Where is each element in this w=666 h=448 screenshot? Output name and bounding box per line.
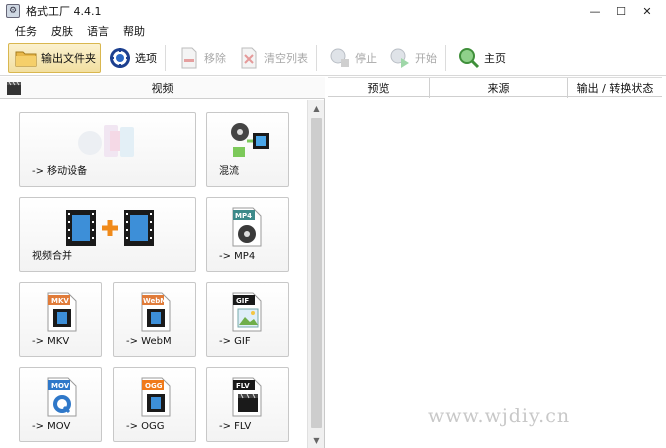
- app-logo-icon: ⚙: [6, 4, 20, 18]
- ogg-badge-text: OGG: [145, 382, 163, 390]
- toolbar: 输出文件夹 选项 移除 清空列表 停止 开始 主页: [0, 40, 666, 76]
- column-preview[interactable]: 预览: [328, 78, 430, 98]
- output-folder-button[interactable]: 输出文件夹: [8, 42, 101, 73]
- menu-language[interactable]: 语言: [80, 23, 116, 39]
- start-icon: [387, 45, 413, 71]
- mkv-badge-text: MKV: [51, 297, 69, 305]
- category-title: 视频: [151, 81, 174, 95]
- toolbar-separator: [316, 44, 317, 71]
- scroll-down-arrow-icon[interactable]: ▼: [308, 432, 325, 448]
- maximize-button[interactable]: ☐: [608, 0, 634, 22]
- start-button[interactable]: 开始: [383, 43, 441, 73]
- home-search-icon: [456, 45, 482, 71]
- vertical-scrollbar[interactable]: ▲ ▼: [307, 100, 324, 448]
- tile-ogg[interactable]: OGG -> OGG: [113, 367, 196, 442]
- tile-mobile-device[interactable]: -> 移动设备: [19, 112, 196, 187]
- task-list-panel: 预览 来源 输出 / 转换状态: [328, 77, 666, 448]
- menu-skin[interactable]: 皮肤: [44, 23, 80, 39]
- remove-document-icon: [176, 45, 202, 71]
- stop-button[interactable]: 停止: [323, 43, 381, 73]
- menu-bar: 任务 皮肤 语言 帮助: [0, 22, 666, 40]
- mobile-device-icon: [76, 121, 142, 164]
- scrollbar-thumb[interactable]: [311, 118, 322, 428]
- tile-flv[interactable]: FLV -> FLV: [206, 367, 289, 442]
- close-button[interactable]: ✕: [634, 0, 660, 22]
- tile-video-join[interactable]: 视频合并: [19, 197, 196, 272]
- gif-badge-text: GIF: [236, 297, 250, 305]
- remove-button[interactable]: 移除: [172, 43, 230, 73]
- gear-icon: [107, 45, 133, 71]
- category-panel: 视频 -> 移动设备 混流 视频合并 MP4 -> MP4 MKV -> MKV…: [0, 77, 325, 448]
- stop-icon: [327, 45, 353, 71]
- flv-badge-text: FLV: [236, 382, 250, 390]
- tile-mkv[interactable]: MKV -> MKV: [19, 282, 102, 357]
- minimize-button[interactable]: —: [582, 0, 608, 22]
- menu-help[interactable]: 帮助: [116, 23, 152, 39]
- tile-mp4[interactable]: MP4 -> MP4: [206, 197, 289, 272]
- toolbar-separator: [165, 44, 166, 71]
- clear-list-icon: [236, 45, 262, 71]
- toolbar-separator: [445, 44, 446, 71]
- tile-mov[interactable]: MOV -> MOV: [19, 367, 102, 442]
- category-header[interactable]: 视频: [0, 77, 325, 99]
- tile-webm[interactable]: WebM -> WebM: [113, 282, 196, 357]
- mov-badge-text: MOV: [51, 382, 70, 390]
- film-clapper-icon: [6, 80, 22, 96]
- task-table-header: 预览 来源 输出 / 转换状态: [328, 77, 662, 98]
- column-source[interactable]: 来源: [430, 78, 568, 98]
- folder-icon: [13, 45, 39, 71]
- video-join-icon: [64, 208, 156, 251]
- options-button[interactable]: 选项: [103, 43, 161, 73]
- scroll-up-arrow-icon[interactable]: ▲: [308, 100, 325, 116]
- window-title: 格式工厂 4.4.1: [26, 5, 102, 18]
- watermark-text: www.wjdiy.cn: [428, 405, 571, 427]
- home-button[interactable]: 主页: [452, 43, 510, 73]
- mp4-badge-text: MP4: [235, 212, 252, 220]
- tile-mux[interactable]: 混流: [206, 112, 289, 187]
- mux-icon: [227, 121, 273, 164]
- title-bar: ⚙ 格式工厂 4.4.1 — ☐ ✕: [0, 0, 666, 22]
- menu-task[interactable]: 任务: [8, 23, 44, 39]
- webm-badge-text: WebM: [143, 297, 168, 305]
- video-function-grid: -> 移动设备 混流 视频合并 MP4 -> MP4 MKV -> MKV We…: [0, 100, 307, 448]
- clear-list-button[interactable]: 清空列表: [232, 43, 312, 73]
- tile-gif[interactable]: GIF -> GIF: [206, 282, 289, 357]
- column-output-status[interactable]: 输出 / 转换状态: [568, 78, 662, 98]
